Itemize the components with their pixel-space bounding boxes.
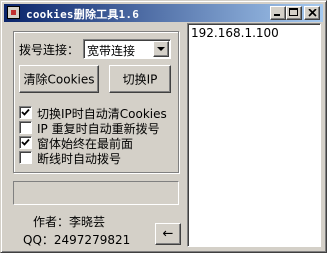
qq-label: QQ：2497279821 — [23, 233, 131, 247]
check-icon — [21, 138, 30, 146]
app-icon[interactable] — [7, 6, 20, 19]
status-box — [13, 181, 179, 205]
clear-cookies-button[interactable]: 清除Cookies — [19, 65, 99, 93]
option-label: 断线时自动拨号 — [37, 152, 122, 166]
checkbox[interactable] — [19, 121, 32, 134]
back-button[interactable]: ← — [155, 223, 181, 245]
dial-label: 拨号连接： — [19, 43, 80, 57]
switch-ip-label: 切换IP — [122, 72, 158, 87]
checkbox[interactable] — [19, 151, 32, 164]
clear-cookies-label: 清除Cookies — [23, 72, 95, 87]
check-icon — [21, 108, 30, 116]
dial-connection-value: 宽带连接 — [87, 44, 136, 58]
close-button[interactable] — [304, 6, 320, 20]
author-label: 作者：李晓芸 — [33, 215, 106, 229]
dial-connection-select[interactable]: 宽带连接 — [83, 39, 171, 59]
switch-ip-button[interactable]: 切换IP — [109, 65, 171, 93]
title-bar[interactable]: cookies删除工具1.6 — [4, 4, 323, 22]
minimize-button[interactable] — [270, 6, 286, 20]
maximize-button[interactable] — [286, 6, 302, 20]
arrow-left-icon: ← — [162, 226, 174, 242]
checkbox[interactable] — [19, 106, 32, 119]
window-title: cookies删除工具1.6 — [26, 8, 140, 21]
main-window: cookies删除工具1.6 拨号连接： 宽带连接 清除Cookies 切换IP… — [0, 0, 327, 253]
close-icon — [308, 9, 317, 17]
checkbox[interactable] — [19, 136, 32, 149]
chevron-down-icon[interactable] — [153, 41, 169, 57]
ip-list[interactable]: 192.168.1.100 — [187, 23, 321, 247]
list-item[interactable]: 192.168.1.100 — [191, 26, 279, 40]
